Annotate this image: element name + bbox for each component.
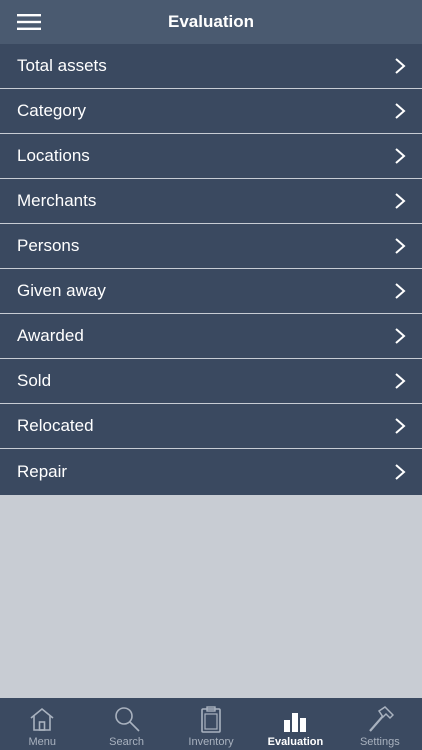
list-item-label: Total assets — [17, 56, 107, 75]
hamburger-menu-button[interactable] — [12, 8, 46, 36]
chevron-right-icon — [395, 238, 406, 254]
bar-chart-icon — [284, 713, 307, 732]
chevron-right-icon — [395, 58, 406, 74]
hamburger-icon — [17, 14, 41, 30]
chevron-right-icon — [395, 464, 406, 480]
list-item-label: Sold — [17, 371, 52, 390]
list-item-label: Locations — [17, 146, 90, 165]
page-title: Evaluation — [168, 12, 254, 31]
home-icon — [30, 707, 54, 731]
search-icon — [114, 707, 140, 732]
list-item-persons[interactable]: Persons — [0, 224, 422, 269]
list-item-locations[interactable]: Locations — [0, 134, 422, 179]
list-item-label: Persons — [17, 236, 80, 255]
list-item-total-assets[interactable]: Total assets — [0, 44, 422, 89]
list-item-label: Given away — [17, 281, 106, 300]
list-item-category[interactable]: Category — [0, 89, 422, 134]
chevron-right-icon — [395, 418, 406, 434]
chevron-right-icon — [395, 103, 406, 119]
tab-label: Inventory — [188, 736, 234, 748]
tab-search[interactable]: Search — [84, 698, 168, 750]
list-item-given-away[interactable]: Given away — [0, 269, 422, 314]
evaluation-list: Total assets Category Locations Merchant… — [0, 44, 422, 495]
chevron-right-icon — [395, 148, 406, 164]
list-item-relocated[interactable]: Relocated — [0, 404, 422, 449]
tab-label: Menu — [28, 736, 56, 748]
list-item-merchants[interactable]: Merchants — [0, 179, 422, 224]
chevron-right-icon — [395, 328, 406, 344]
list-item-label: Repair — [17, 462, 68, 481]
tab-label: Settings — [359, 736, 400, 748]
chevron-right-icon — [395, 283, 406, 299]
hammer-icon — [368, 706, 394, 732]
tab-settings[interactable]: Settings — [338, 698, 422, 750]
header-bar: Evaluation — [0, 0, 422, 44]
list-item-label: Merchants — [17, 191, 97, 210]
tab-bar: Menu Search Inventory Evaluation Setting… — [0, 698, 422, 750]
tab-menu[interactable]: Menu — [0, 698, 84, 750]
chevron-right-icon — [395, 373, 406, 389]
tab-label: Search — [109, 736, 145, 748]
list-item-sold[interactable]: Sold — [0, 359, 422, 404]
tab-inventory[interactable]: Inventory — [169, 698, 253, 750]
list-item-repair[interactable]: Repair — [0, 449, 422, 495]
list-item-awarded[interactable]: Awarded — [0, 314, 422, 359]
chevron-right-icon — [395, 193, 406, 209]
list-item-label: Relocated — [17, 416, 94, 435]
list-item-label: Awarded — [17, 326, 84, 345]
list-item-label: Category — [17, 101, 86, 120]
clipboard-icon — [201, 706, 221, 733]
tab-label: Evaluation — [267, 736, 324, 748]
tab-evaluation[interactable]: Evaluation — [253, 698, 337, 750]
